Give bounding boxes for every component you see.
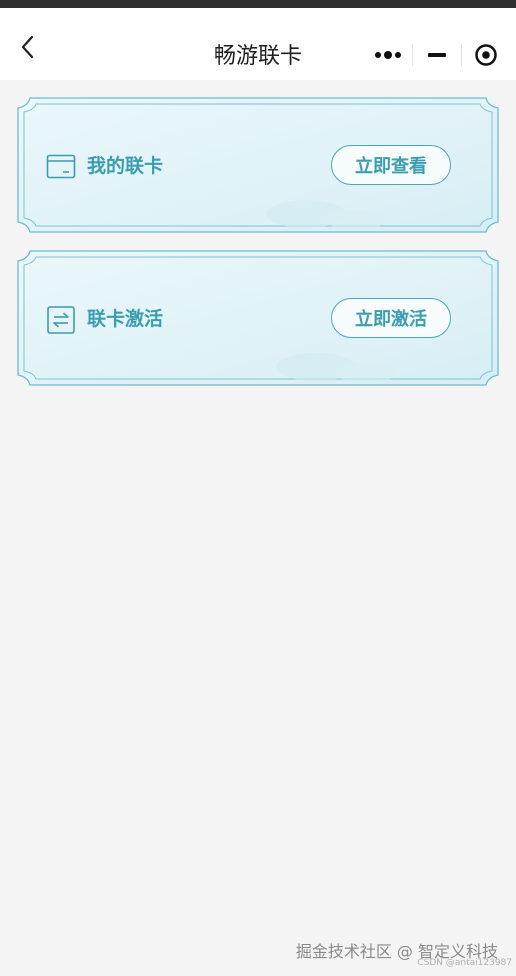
more-dots-icon bbox=[375, 51, 401, 59]
more-button[interactable] bbox=[364, 36, 412, 74]
target-circle-icon bbox=[475, 44, 497, 66]
mini-program-capsule bbox=[364, 36, 510, 74]
activate-now-button[interactable]: 立即激活 bbox=[331, 298, 451, 338]
card-label: 我的联卡 bbox=[87, 155, 164, 177]
card-icon bbox=[46, 154, 76, 179]
my-card-entry[interactable]: 我的联卡 立即查看 bbox=[16, 96, 500, 234]
view-now-button[interactable]: 立即查看 bbox=[331, 145, 451, 185]
exchange-icon bbox=[47, 306, 75, 334]
watermark-subtext: CSDN @antai123987 bbox=[417, 958, 512, 968]
top-strip bbox=[0, 0, 516, 8]
close-button[interactable] bbox=[462, 36, 510, 74]
activate-card-entry[interactable]: 联卡激活 立即激活 bbox=[16, 249, 500, 387]
minus-icon bbox=[428, 53, 446, 57]
navigation-bar: 畅游联卡 bbox=[0, 8, 516, 80]
card-label: 联卡激活 bbox=[87, 308, 164, 330]
minimize-button[interactable] bbox=[413, 36, 461, 74]
